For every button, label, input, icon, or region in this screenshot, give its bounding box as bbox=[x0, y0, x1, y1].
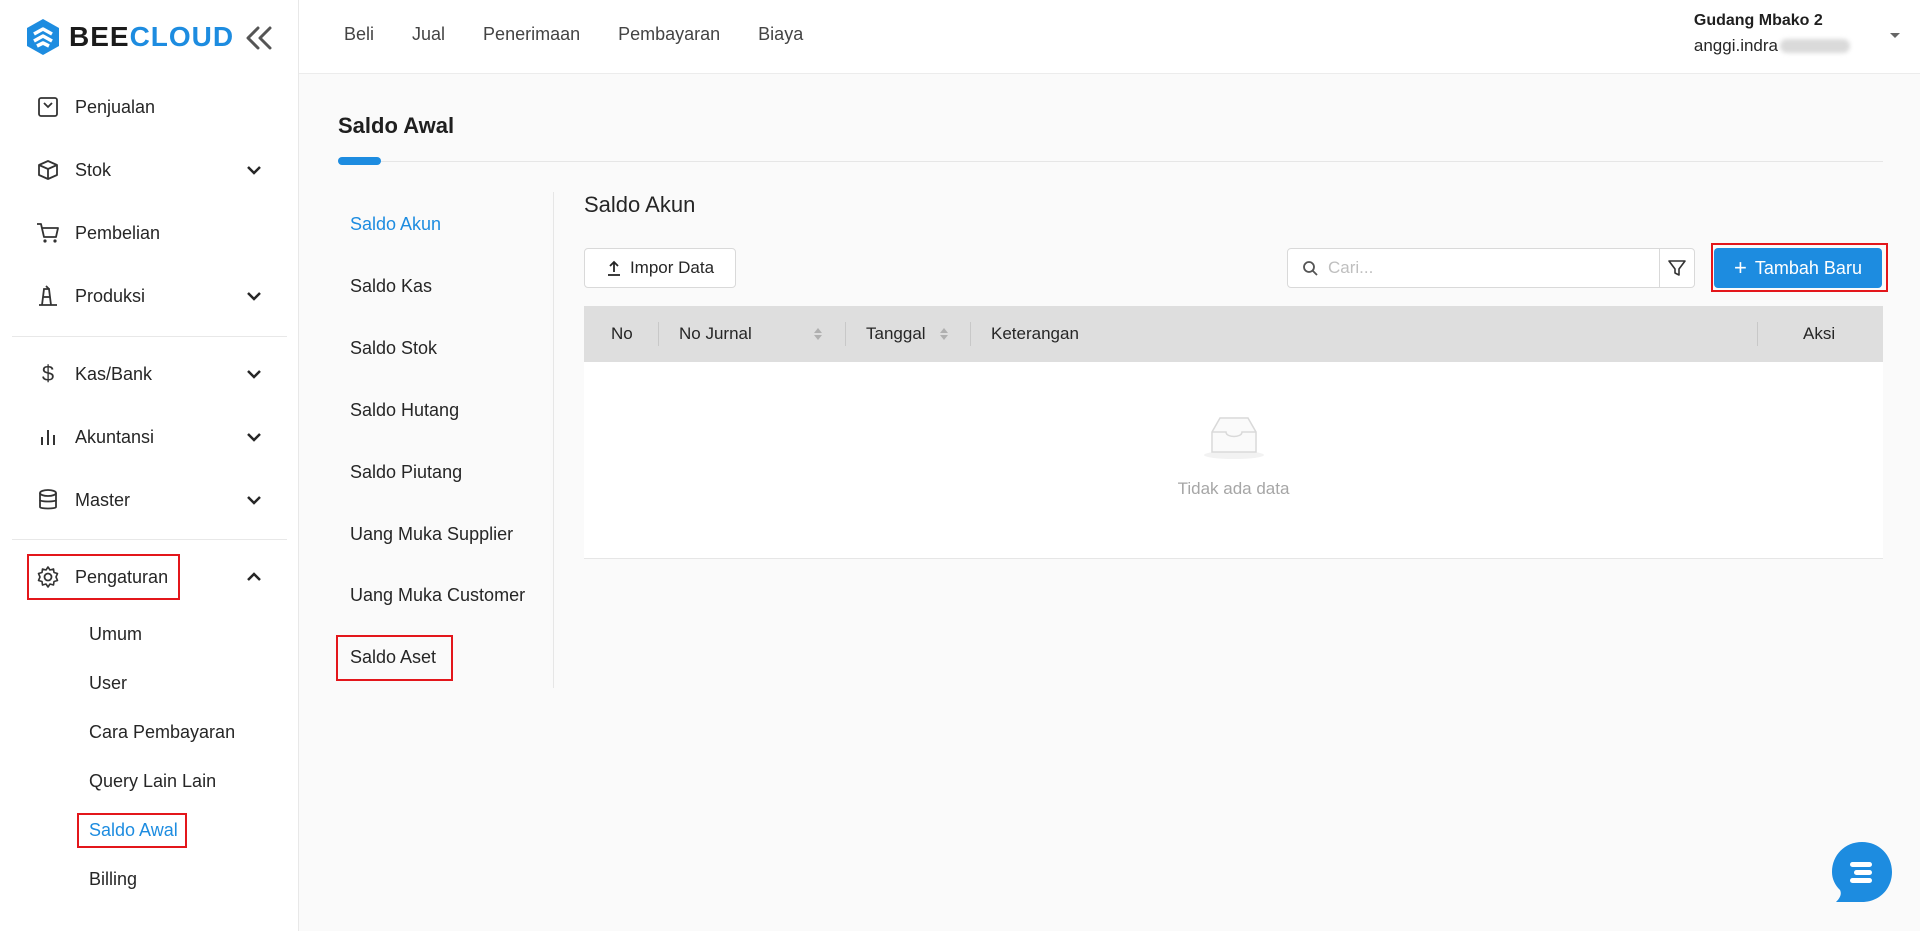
sidebar-item-label: Akuntansi bbox=[75, 426, 155, 447]
sidebar-item-label: Pembelian bbox=[75, 222, 161, 243]
sidebar-item-master[interactable]: Master bbox=[0, 469, 299, 531]
sidebar-item-stok[interactable]: Stok bbox=[0, 139, 299, 201]
collapse-sidebar-icon[interactable] bbox=[244, 24, 274, 52]
chevron-down-icon bbox=[247, 433, 261, 442]
highlight-box bbox=[27, 554, 180, 600]
beecloud-logo-icon bbox=[27, 19, 59, 55]
top-menu-pembayaran[interactable]: Pembayaran bbox=[618, 24, 720, 45]
column-keterangan: Keterangan bbox=[991, 324, 1079, 343]
sidebar-item-label: Stok bbox=[75, 159, 112, 180]
chevron-down-icon bbox=[247, 166, 261, 175]
factory-icon bbox=[36, 284, 60, 308]
sidebar-item-label: Master bbox=[75, 489, 131, 510]
redacted-email bbox=[1780, 39, 1850, 53]
filter-button[interactable] bbox=[1659, 248, 1695, 288]
sidebar-subitem-query-lain-lain[interactable]: Query Lain Lain bbox=[89, 767, 216, 795]
sidebar-item-produksi[interactable]: Produksi bbox=[0, 265, 299, 327]
title-accent-bar bbox=[338, 157, 381, 165]
top-menu-beli[interactable]: Beli bbox=[344, 24, 374, 45]
chevron-up-icon bbox=[247, 572, 261, 581]
sidebar-item-penjualan[interactable]: Penjualan bbox=[0, 76, 299, 138]
user-email-text: anggi.indra bbox=[1693, 36, 1778, 55]
sidebar-subitem-billing[interactable]: Billing bbox=[89, 865, 137, 893]
sort-icon[interactable] bbox=[813, 326, 823, 342]
box-icon bbox=[36, 158, 60, 182]
highlight-box bbox=[77, 813, 187, 848]
subnav-divider bbox=[553, 192, 554, 688]
sidebar-subitem-user[interactable]: User bbox=[89, 669, 127, 697]
receipt-icon bbox=[36, 95, 60, 119]
user-menu[interactable]: Gudang Mbako 2 anggi.indra bbox=[1694, 12, 1850, 56]
import-data-label: Impor Data bbox=[629, 258, 715, 277]
search-icon bbox=[1303, 261, 1318, 276]
company-name: Gudang Mbako 2 bbox=[1693, 12, 1823, 29]
sidebar: BEECLOUD Penjualan Stok Pembelian Produk… bbox=[0, 0, 299, 931]
top-menu: Beli Jual Penerimaan Pembayaran Biaya bbox=[344, 24, 841, 45]
saldo-subnav: Saldo Akun Saldo Kas Saldo Stok Saldo Hu… bbox=[338, 192, 528, 688]
upload-icon bbox=[607, 260, 620, 276]
user-email: anggi.indra bbox=[1694, 36, 1850, 56]
subnav-saldo-hutang[interactable]: Saldo Hutang bbox=[350, 396, 459, 424]
subnav-saldo-kas[interactable]: Saldo Kas bbox=[350, 272, 432, 300]
search-input[interactable] bbox=[1328, 258, 1648, 278]
search-box[interactable] bbox=[1287, 248, 1660, 288]
chevron-down-icon bbox=[247, 292, 261, 301]
import-data-button[interactable]: Impor Data bbox=[584, 248, 736, 288]
topbar: Beli Jual Penerimaan Pembayaran Biaya Gu… bbox=[299, 0, 1920, 74]
sidebar-item-kas-bank[interactable]: $ Kas/Bank bbox=[0, 343, 299, 405]
column-separator bbox=[658, 322, 659, 346]
column-no-jurnal[interactable]: No Jurnal bbox=[679, 306, 752, 362]
sort-icon[interactable] bbox=[939, 326, 949, 342]
column-aksi: Aksi bbox=[1803, 324, 1836, 343]
empty-state-text: Tidak ada data bbox=[1177, 479, 1290, 498]
section-title: Saldo Akun bbox=[584, 192, 696, 217]
cart-icon bbox=[36, 221, 60, 245]
chevron-down-icon bbox=[247, 496, 261, 505]
sidebar-item-akuntansi[interactable]: Akuntansi bbox=[0, 406, 299, 468]
table-header: No No Jurnal Tanggal Keterangan Aksi bbox=[584, 306, 1883, 362]
sidebar-divider bbox=[12, 336, 287, 337]
filter-icon bbox=[1668, 260, 1686, 276]
column-no: No bbox=[611, 324, 633, 343]
sidebar-divider bbox=[12, 539, 287, 540]
top-menu-jual[interactable]: Jual bbox=[412, 24, 445, 45]
subnav-uang-muka-supplier[interactable]: Uang Muka Supplier bbox=[350, 520, 513, 548]
brand-name-part2: CLOUD bbox=[129, 21, 235, 52]
column-separator bbox=[1757, 322, 1758, 346]
sidebar-subitem-cara-pembayaran[interactable]: Cara Pembayaran bbox=[89, 718, 235, 746]
table-body: Tidak ada data bbox=[584, 362, 1883, 559]
sidebar-item-pembelian[interactable]: Pembelian bbox=[0, 202, 299, 264]
top-menu-biaya[interactable]: Biaya bbox=[758, 24, 803, 45]
subnav-uang-muka-customer[interactable]: Uang Muka Customer bbox=[350, 581, 525, 609]
sidebar-item-label: Kas/Bank bbox=[75, 363, 153, 384]
chat-support-icon[interactable] bbox=[1830, 840, 1894, 904]
subnav-saldo-stok[interactable]: Saldo Stok bbox=[350, 334, 437, 362]
empty-inbox-icon bbox=[1204, 417, 1264, 459]
highlight-box bbox=[336, 635, 453, 681]
highlight-box bbox=[1711, 243, 1888, 292]
chevron-down-icon bbox=[247, 370, 261, 379]
sidebar-item-label: Produksi bbox=[75, 285, 146, 306]
database-icon bbox=[36, 488, 60, 512]
top-menu-penerimaan[interactable]: Penerimaan bbox=[483, 24, 580, 45]
page-title: Saldo Awal bbox=[338, 113, 455, 138]
subnav-saldo-piutang[interactable]: Saldo Piutang bbox=[350, 458, 462, 486]
bar-chart-icon bbox=[36, 425, 60, 449]
dollar-icon: $ bbox=[41, 361, 55, 386]
brand-name: BEECLOUD bbox=[69, 21, 234, 53]
brand-name-part1: BEE bbox=[69, 21, 130, 52]
column-separator bbox=[970, 322, 971, 346]
sidebar-subitem-umum[interactable]: Umum bbox=[89, 620, 142, 648]
sidebar-item-label: Penjualan bbox=[75, 96, 156, 117]
column-tanggal[interactable]: Tanggal bbox=[866, 306, 926, 362]
caret-down-icon[interactable] bbox=[1888, 28, 1902, 42]
subnav-saldo-akun[interactable]: Saldo Akun bbox=[350, 210, 441, 238]
column-separator bbox=[845, 322, 846, 346]
title-divider bbox=[338, 161, 1883, 162]
